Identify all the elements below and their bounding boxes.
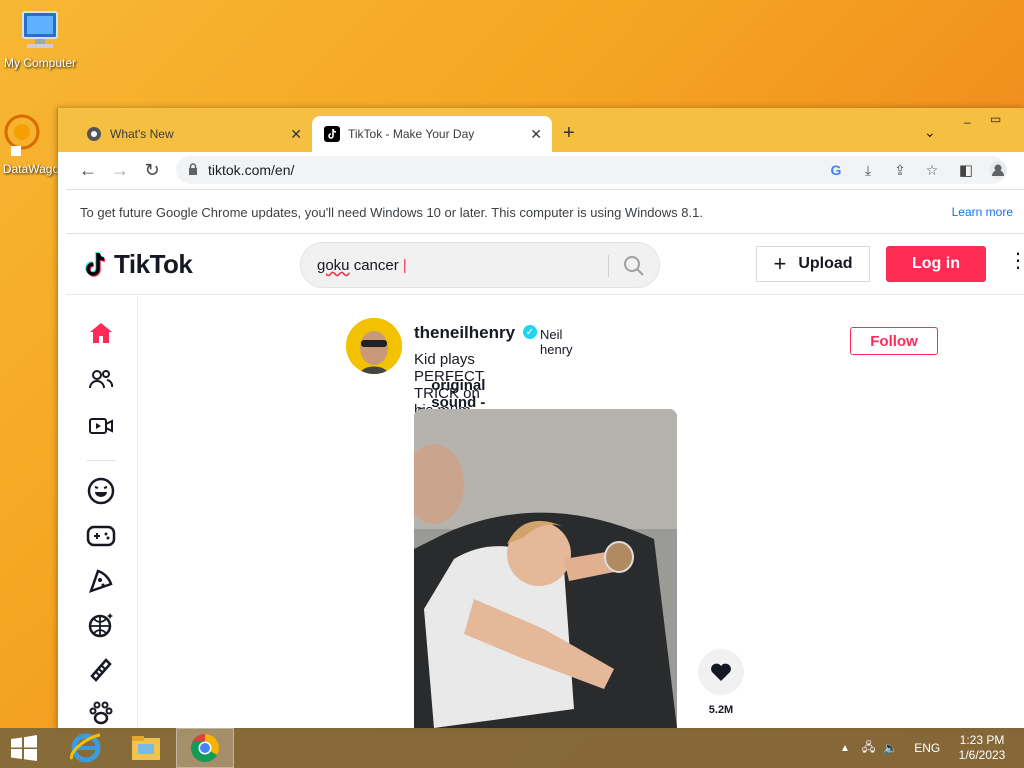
close-tab-icon[interactable]: ✕ — [290, 126, 302, 143]
bookmark-star-icon[interactable]: ☆ — [922, 160, 942, 180]
chrome-favicon-icon — [87, 127, 101, 141]
live-icon[interactable] — [86, 411, 116, 441]
update-infobar: To get future Google Chrome updates, you… — [66, 189, 1024, 234]
chrome-taskbar-button[interactable] — [176, 728, 234, 768]
dance-icon[interactable] — [86, 610, 116, 640]
computer-icon — [22, 11, 58, 48]
comedy-icon[interactable] — [86, 476, 116, 506]
plus-icon: + — [773, 251, 787, 276]
tiktok-header: TikTok goku cancer | + Upload Log in ⋮ — [66, 235, 1024, 295]
install-icon[interactable]: ⤓ — [858, 160, 878, 180]
google-icon[interactable]: G — [826, 160, 846, 180]
search-icon[interactable] — [623, 255, 645, 277]
like-button[interactable] — [698, 649, 744, 695]
clock-time: 1:23 PM — [959, 733, 1005, 747]
language-indicator[interactable]: ENG — [914, 741, 940, 755]
beauty-icon[interactable] — [86, 654, 116, 684]
avatar[interactable] — [346, 318, 402, 374]
new-tab-button[interactable]: + — [563, 123, 575, 143]
animals-icon[interactable] — [86, 698, 116, 728]
tiktok-favicon-icon — [324, 126, 340, 142]
verified-badge-icon: ✓ — [523, 325, 537, 339]
infobar-message: To get future Google Chrome updates, you… — [80, 205, 703, 220]
tab-search-icon[interactable]: ⌄ — [924, 124, 936, 141]
heart-icon — [711, 663, 731, 681]
following-icon[interactable] — [86, 364, 116, 394]
taskbar: ▲ 🖧 🔈 ENG 1:23 PM 1/6/2023 — [0, 728, 1024, 768]
like-count: 5.2M — [708, 704, 734, 716]
file-explorer-taskbar-button[interactable] — [118, 728, 174, 768]
login-button[interactable]: Log in — [886, 246, 986, 282]
forward-button[interactable]: → — [108, 158, 132, 182]
datawago-icon — [4, 114, 40, 156]
minimize-button[interactable]: _ — [964, 110, 971, 124]
desktop-icon-my-computer[interactable]: My Computer — [0, 10, 80, 70]
share-icon[interactable]: ⇪ — [890, 160, 910, 180]
home-icon[interactable] — [86, 318, 116, 348]
follow-button[interactable]: Follow — [850, 327, 938, 355]
clock-date: 1/6/2023 — [958, 748, 1006, 762]
tab-title: TikTok - Make Your Day — [348, 127, 475, 141]
sidebar-divider — [86, 460, 116, 461]
tab-tiktok[interactable]: TikTok - Make Your Day ✕ — [312, 116, 552, 152]
close-tab-icon[interactable]: ✕ — [530, 126, 542, 143]
tiktok-wordmark: TikTok — [114, 249, 193, 279]
side-panel-icon[interactable]: ◧ — [954, 158, 978, 182]
post-username[interactable]: theneilhenry — [414, 323, 515, 343]
tiktok-page: TikTok goku cancer | + Upload Log in ⋮ — [66, 235, 1024, 728]
desktop-icon-label: DataWago — [2, 162, 60, 176]
network-icon[interactable]: 🖧 — [862, 738, 875, 759]
back-button[interactable]: ← — [76, 158, 100, 182]
search-input[interactable]: goku cancer | — [300, 242, 660, 288]
browser-toolbar: ← → ↻ tiktok.com/en/ G ⤓ ⇪ ☆ ◧ — [66, 152, 1024, 188]
show-hidden-icons-icon[interactable]: ▲ — [840, 743, 850, 754]
tab-strip: What's New ✕ TikTok - Make Your Day ✕ + … — [58, 108, 1024, 152]
ie-icon — [70, 733, 101, 763]
tab-whats-new[interactable]: What's New ✕ — [74, 116, 312, 152]
video-player[interactable] — [414, 409, 677, 728]
reload-button[interactable]: ↻ — [140, 158, 164, 182]
gaming-icon[interactable] — [86, 521, 116, 551]
more-menu-icon[interactable]: ⋮ — [1008, 251, 1024, 271]
chrome-icon — [191, 734, 219, 762]
sidebar-nav — [66, 296, 138, 728]
windows-logo-icon — [11, 735, 37, 761]
upload-button[interactable]: + Upload — [756, 246, 870, 282]
food-icon[interactable] — [86, 566, 116, 596]
desktop-icon-label: My Computer — [3, 56, 77, 70]
upload-label: Upload — [798, 255, 853, 272]
folder-icon — [132, 736, 160, 760]
taskbar-clock[interactable]: 1:23 PM 1/6/2023 — [952, 733, 1012, 763]
url-text: tiktok.com/en/ — [208, 162, 295, 178]
internet-explorer-taskbar-button[interactable] — [58, 728, 114, 768]
tiktok-logo[interactable]: TikTok — [84, 249, 193, 280]
address-bar[interactable]: tiktok.com/en/ G ⤓ ⇪ ☆ — [176, 156, 1006, 184]
chrome-window: What's New ✕ TikTok - Make Your Day ✕ + … — [57, 108, 1024, 728]
search-query: goku cancer | — [317, 257, 407, 274]
profile-icon[interactable] — [986, 158, 1010, 182]
learn-more-link[interactable]: Learn more — [952, 205, 1013, 219]
desktop-icon-datawago[interactable]: DataWago — [0, 112, 62, 176]
lock-icon — [189, 163, 197, 175]
post-nickname: Neil henry — [540, 327, 573, 357]
search-divider — [608, 255, 609, 277]
start-button[interactable] — [0, 728, 48, 768]
maximize-button[interactable]: ▭ — [990, 112, 1001, 126]
volume-icon[interactable]: 🔈 — [883, 741, 898, 755]
tiktok-logo-icon — [85, 251, 106, 277]
system-tray: ▲ 🖧 🔈 ENG — [840, 728, 940, 768]
tab-title: What's New — [110, 127, 174, 141]
